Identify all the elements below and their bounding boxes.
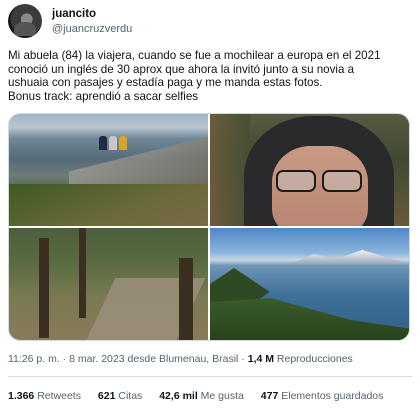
glasses-right-shape — [322, 170, 362, 192]
tweet-text-line: conoció un inglés de 30 aprox que ahora … — [8, 62, 355, 76]
tree-trunk-shape — [39, 238, 49, 338]
people-shape — [99, 136, 135, 150]
bookmarks-stat[interactable]: 477 Elementos guardados — [261, 390, 384, 402]
quotes-count: 621 — [97, 390, 116, 402]
likes-count: 42,6 mil — [159, 390, 198, 402]
tweet-time[interactable]: 11:26 p. m. — [8, 353, 60, 365]
quotes-label: Citas — [118, 390, 143, 402]
coastal-hill-photo[interactable] — [9, 114, 208, 226]
mountain-shape — [290, 250, 409, 264]
retweets-label: Retweets — [37, 390, 81, 402]
likes-stat[interactable]: 42,6 mil Me gusta — [159, 390, 244, 402]
tweet-text-line: Mi abuela (84) la viajera, cuando se fue… — [8, 49, 381, 62]
quotes-stat[interactable]: 621 Citas — [98, 390, 142, 402]
tweet-text-line: ushuaia con pasajes y estadía paga y me … — [8, 76, 323, 90]
tree-trunk-shape — [79, 228, 86, 318]
tweet-text-line: Bonus track: aprendió a sacar selfies — [8, 89, 199, 103]
author-display-name[interactable]: juancito — [52, 8, 96, 20]
bookmarks-label: Elementos guardados — [281, 390, 384, 402]
author-handle[interactable]: @juancruzverdu — [52, 23, 132, 35]
tree-trunk-shape — [179, 258, 193, 340]
forest-path-photo[interactable] — [9, 228, 208, 340]
tweet-text: Mi abuela (84) la viajera, cuando se fue… — [8, 49, 412, 103]
bay-view-photo[interactable] — [210, 228, 409, 340]
selfie-photo[interactable] — [210, 114, 409, 226]
meta-separator: · — [238, 353, 248, 365]
tweet-date-source[interactable]: 8 mar. 2023 desde Blumenau, Brasil — [69, 353, 238, 365]
divider — [8, 376, 412, 377]
shore-shape — [210, 298, 409, 340]
tweet-stats: 1.366 Retweets 621 Citas 42,6 mil Me gus… — [8, 390, 397, 402]
retweets-count: 1.366 — [8, 390, 35, 402]
glasses-left-shape — [276, 170, 316, 192]
retweets-stat[interactable]: 1.366 Retweets — [8, 390, 81, 402]
views-label: Reproducciones — [276, 353, 353, 365]
tweet-meta: 11:26 p. m. · 8 mar. 2023 desde Blumenau… — [8, 353, 353, 365]
tweet-header: juancito @juancruzverdu — [8, 4, 412, 44]
grass-shape — [9, 184, 208, 226]
avatar[interactable] — [8, 4, 42, 38]
views-count: 1,4 M — [247, 353, 274, 365]
bookmarks-count: 477 — [260, 390, 279, 402]
meta-separator: · — [59, 353, 70, 365]
media-grid — [8, 113, 410, 341]
likes-label: Me gusta — [200, 390, 244, 402]
